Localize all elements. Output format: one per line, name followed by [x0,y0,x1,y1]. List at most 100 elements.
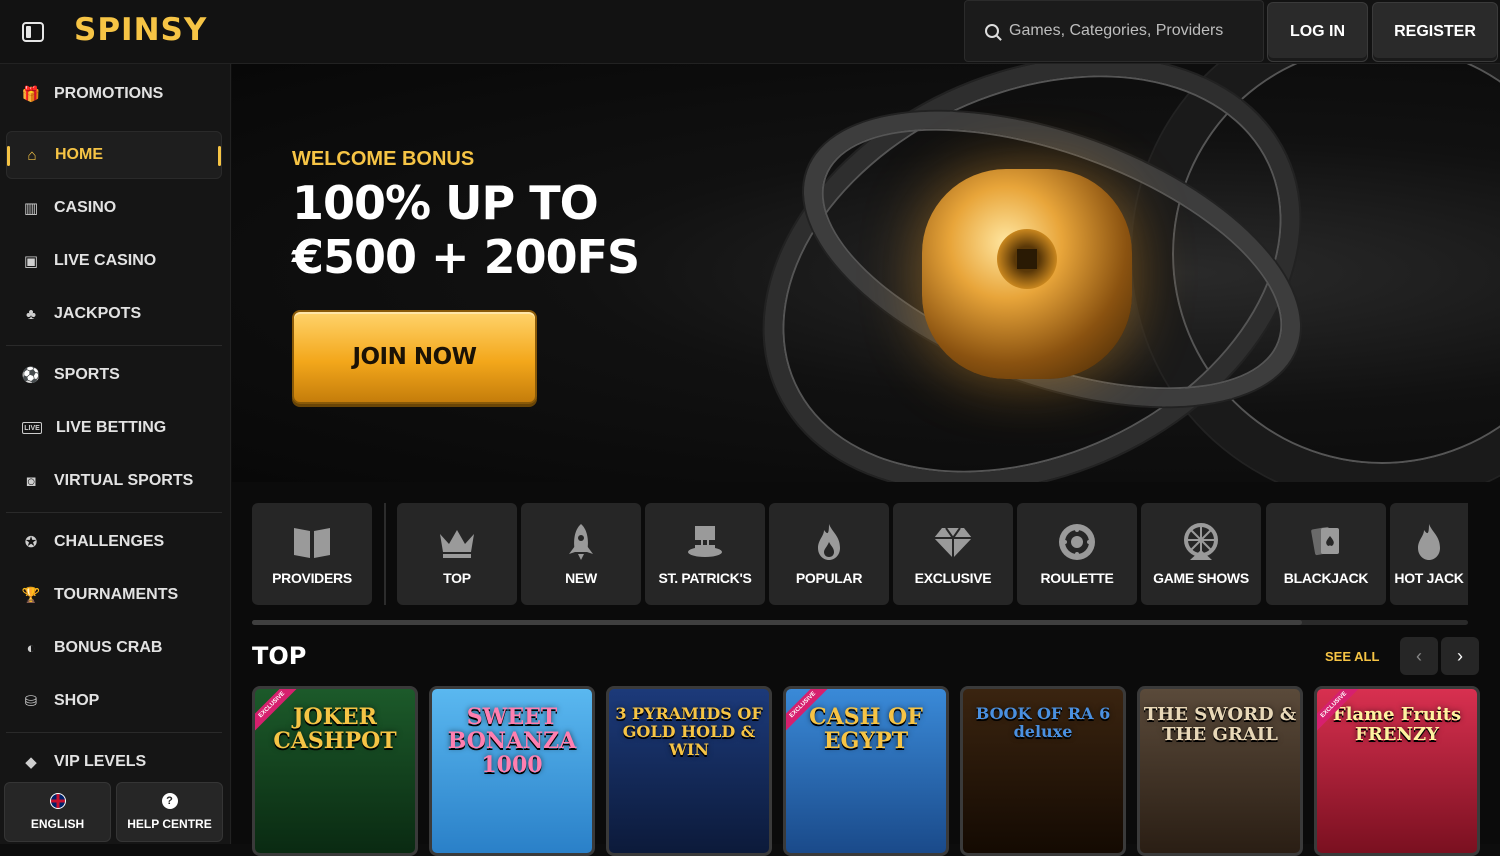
sidebar-item-live-casino[interactable]: ▣ LIVE CASINO [6,237,222,285]
sidebar-item-bonus-crab[interactable]: ◐ BONUS CRAB [6,624,222,672]
game-tile-joker-cashpot[interactable]: EXCLUSIVE JOKER CASHPOT [252,686,418,856]
language-label: ENGLISH [30,817,85,831]
category-hot-jack[interactable]: HOT JACK [1390,503,1468,605]
category-exclusive[interactable]: EXCLUSIVE [893,503,1013,605]
sidebar-item-label: LIVE CASINO [54,252,157,269]
live-badge-icon: LIVE [22,422,42,434]
sidebar-item-label: LIVE BETTING [56,419,167,436]
roulette-icon [1059,524,1095,560]
wheel-icon [1184,523,1218,560]
category-roulette[interactable]: ROULETTE [1017,503,1137,605]
category-top[interactable]: TOP [397,503,517,605]
sidebar-item-promotions[interactable]: 🎁 PROMOTIONS [6,70,222,118]
trophy-icon: 🏆 [21,587,41,604]
sidebar-item-label: TOURNAMENTS [54,586,179,603]
category-label: HOT JACK [1394,570,1464,586]
diamond-icon: ◆ [25,754,37,771]
uk-flag-icon [49,793,66,809]
sidebar-item-tournaments[interactable]: 🏆 TOURNAMENTS [6,571,222,619]
sidebar-item-challenges[interactable]: ✪ CHALLENGES [6,518,222,566]
sidebar-item-label: SHOP [54,692,100,709]
sidebar-item-label: BONUS CRAB [54,639,163,656]
category-st-patricks[interactable]: ST. PATRICK'S [645,503,765,605]
sidebar-item-jackpots[interactable]: ♣ JACKPOTS [6,290,222,338]
game-title: CASH OF EGYPT [809,704,923,754]
game-tile-sweet-bonanza[interactable]: SWEET BONANZA 1000 [429,686,595,856]
category-label: NEW [565,570,597,586]
live-casino-icon: ▣ [23,253,39,270]
sidebar-item-label: CASINO [54,199,117,216]
ball-icon: ⚽ [21,367,41,384]
clover-icon: ♣ [26,305,36,323]
category-scrollbar[interactable] [252,620,1468,625]
top-games-section: TOP SEE ALL ‹ › EXCLUSIVE JOKER CASHPOT … [232,632,1500,856]
category-new[interactable]: NEW [521,503,641,605]
category-bar: PROVIDERS TOP NEW ST. PATRICK'S POPULAR … [232,482,1500,632]
sidebar-divider [6,732,222,733]
flame-icon [818,524,840,560]
category-providers[interactable]: PROVIDERS [252,503,372,605]
book-icon [294,528,330,558]
sidebar-item-label: HOME [55,146,103,163]
game-tile-flame-fruits[interactable]: EXCLUSIVE Flame Fruits FRENZY [1314,686,1480,856]
game-tile-sword-and-grail[interactable]: THE SWORD & THE GRAIL [1137,686,1303,856]
search-icon [985,24,999,38]
search-input[interactable] [1009,22,1239,40]
login-button[interactable]: LOG IN [1267,2,1368,62]
game-title: 3 PYRAMIDS OF GOLD HOLD & WIN [615,704,763,759]
category-label: ROULETTE [1040,570,1114,586]
hot-flame-icon [1418,524,1440,560]
category-popular[interactable]: POPULAR [769,503,889,605]
shop-icon: ⛁ [24,693,38,710]
logo[interactable]: SPINSY [74,12,207,48]
sidebar-item-vip-levels[interactable]: ◆ VIP LEVELS [6,738,222,786]
rocket-icon [569,524,593,560]
cards-icon [1311,526,1339,556]
category-label: TOP [443,570,471,586]
category-game-shows[interactable]: GAME SHOWS [1141,503,1261,605]
sidebar-item-sports[interactable]: ⚽ SPORTS [6,351,222,399]
sidebar: 🎁 PROMOTIONS ⌂ HOME ▥ CASINO ▣ LIVE CASI… [0,64,231,844]
golden-dice-image [922,169,1132,379]
game-title: THE SWORD & THE GRAIL [1143,704,1297,745]
hero-banner: WELCOME BONUS 100% UP TO €500 + 200FS JO… [232,64,1500,482]
help-icon: ? [161,793,178,809]
game-tile-cash-of-egypt[interactable]: EXCLUSIVE CASH OF EGYPT [783,686,949,856]
virtual-sports-icon: ◙ [26,472,36,490]
sidebar-item-label: JACKPOTS [54,305,142,322]
slot-machine-icon: ▥ [23,200,39,217]
join-now-button[interactable]: JOIN NOW [292,310,537,404]
help-label: HELP CENTRE [127,817,212,831]
sidebar-item-shop[interactable]: ⛁ SHOP [6,677,222,725]
crab-icon: ◐ [26,639,36,657]
game-title: BOOK OF RA 6 deluxe [975,704,1111,741]
sidebar-item-label: VIP LEVELS [54,753,147,770]
sidebar-item-virtual-sports[interactable]: ◙ VIRTUAL SPORTS [6,457,222,505]
previous-arrow-icon[interactable]: ‹ [1400,637,1438,675]
game-tile-book-of-ra[interactable]: BOOK OF RA 6 deluxe [960,686,1126,856]
sidebar-item-label: VIRTUAL SPORTS [54,472,194,489]
game-tile-pyramids-of-gold[interactable]: 3 PYRAMIDS OF GOLD HOLD & WIN [606,686,772,856]
category-label: EXCLUSIVE [914,570,992,586]
hero-title-line1: 100% UP TO [292,176,599,230]
see-all-link[interactable]: SEE ALL [1325,649,1379,664]
sidebar-divider [6,512,222,513]
challenges-icon: ✪ [24,534,38,551]
sidebar-toggle-icon[interactable] [22,22,44,42]
diamond-icon [934,527,972,558]
help-centre-button[interactable]: ? HELP CENTRE [116,782,223,842]
sidebar-item-casino[interactable]: ▥ CASINO [6,184,222,232]
search-box[interactable] [964,0,1264,62]
category-label: BLACKJACK [1283,570,1369,586]
category-label: ST. PATRICK'S [658,570,752,586]
sidebar-item-home[interactable]: ⌂ HOME [6,131,222,179]
hero-title: 100% UP TO €500 + 200FS [292,176,640,284]
hero-subtitle: WELCOME BONUS [292,148,475,170]
register-button[interactable]: REGISTER [1372,2,1498,62]
category-label: PROVIDERS [272,570,352,586]
language-button[interactable]: ENGLISH [4,782,111,842]
category-blackjack[interactable]: BLACKJACK [1266,503,1386,605]
crown-icon [440,530,474,558]
next-arrow-icon[interactable]: › [1441,637,1479,675]
sidebar-item-live-betting[interactable]: LIVE LIVE BETTING [6,404,222,452]
